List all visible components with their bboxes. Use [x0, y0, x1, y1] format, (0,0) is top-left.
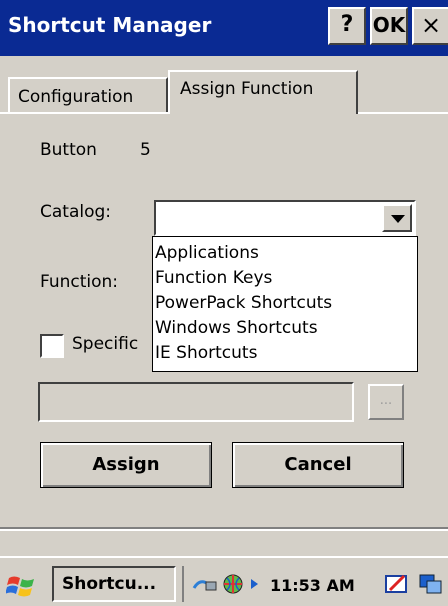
network-icon[interactable]	[192, 572, 218, 596]
catalog-dropdown-button[interactable]	[382, 204, 412, 232]
catalog-label: Catalog:	[40, 202, 112, 222]
catalog-combobox[interactable]	[154, 200, 416, 236]
path-field[interactable]	[38, 382, 354, 422]
arrow-right-icon[interactable]	[248, 572, 262, 596]
dropdown-option-function-keys[interactable]: Function Keys	[153, 266, 417, 291]
catalog-dropdown-list: Applications Function Keys PowerPack Sho…	[152, 236, 418, 372]
close-button[interactable]: ×	[412, 7, 448, 45]
dropdown-option-applications[interactable]: Applications	[153, 241, 417, 266]
globe-icon[interactable]	[220, 572, 246, 596]
assign-button[interactable]: Assign	[40, 442, 212, 488]
chevron-down-icon	[391, 215, 405, 223]
taskbar: Shortcu... 11:53 AM	[0, 556, 448, 606]
footer-divider-highlight	[0, 529, 448, 531]
title-bar: Shortcut Manager ? OK ×	[0, 0, 448, 56]
browse-button[interactable]: ...	[368, 384, 404, 420]
ok-button[interactable]: OK	[370, 7, 408, 45]
windows-icon[interactable]	[418, 572, 444, 596]
pen-icon[interactable]	[384, 572, 410, 596]
function-label: Function:	[40, 272, 119, 292]
dropdown-option-powerpack-shortcuts[interactable]: PowerPack Shortcuts	[153, 291, 417, 316]
windows-flag-icon[interactable]	[6, 572, 38, 600]
clock[interactable]: 11:53 AM	[270, 576, 355, 595]
window-title: Shortcut Manager	[8, 13, 212, 37]
tab-assign-function[interactable]: Assign Function	[168, 70, 358, 114]
taskbar-app-button[interactable]: Shortcu...	[52, 566, 176, 602]
specific-checkbox[interactable]	[40, 334, 64, 358]
help-button[interactable]: ?	[328, 7, 366, 45]
button-label: Button	[40, 140, 97, 160]
cancel-button[interactable]: Cancel	[232, 442, 404, 488]
specific-checkbox-label: Specific	[72, 334, 139, 354]
dropdown-option-windows-shortcuts[interactable]: Windows Shortcuts	[153, 316, 417, 341]
dropdown-option-ie-shortcuts[interactable]: IE Shortcuts	[153, 341, 417, 366]
button-number: 5	[140, 140, 151, 160]
tray-divider	[182, 566, 184, 602]
tab-configuration[interactable]: Configuration	[8, 77, 168, 113]
